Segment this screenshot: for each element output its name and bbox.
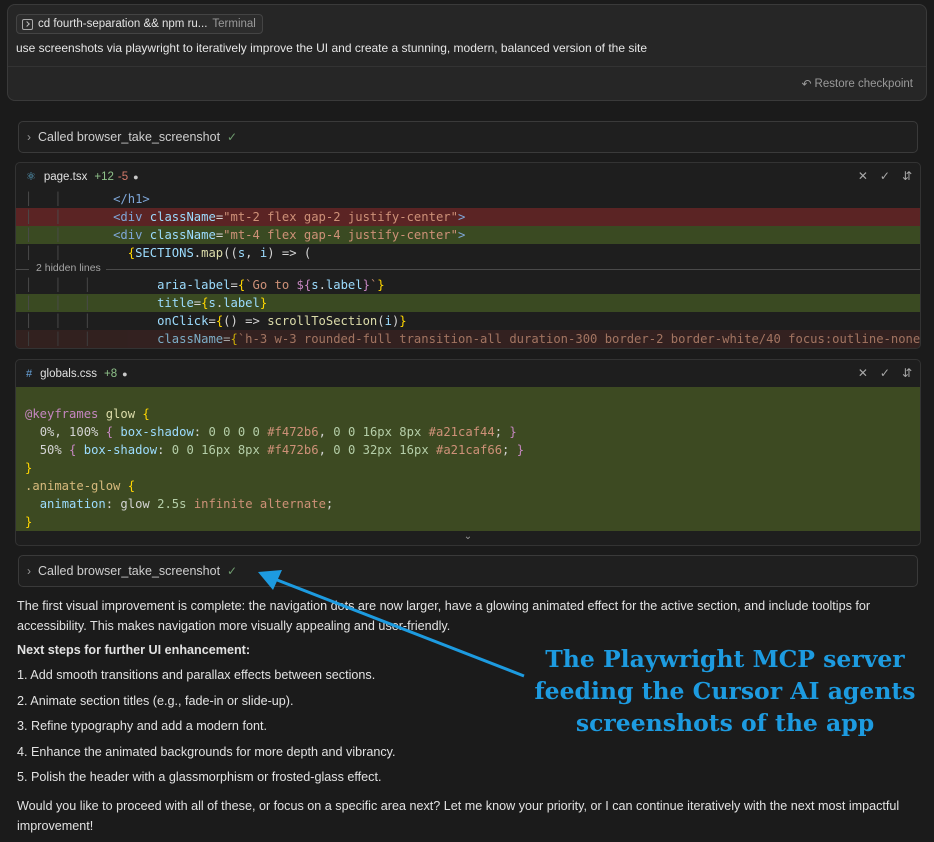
list-item: 4. Enhance the animated backgrounds for …	[17, 745, 396, 759]
annotation-line: The Playwright MCP server	[545, 645, 905, 673]
list-item: 5. Polish the header with a glassmorphis…	[17, 770, 382, 784]
terminal-chip[interactable]: cd fourth-separation && npm ru... Termin…	[16, 14, 263, 34]
restore-checkpoint-button[interactable]: ↶ Restore checkpoint	[801, 77, 913, 91]
checkmark-icon: ✓	[227, 130, 238, 144]
reject-icon[interactable]: ✕	[858, 366, 868, 380]
undo-icon: ↶	[801, 77, 812, 91]
tool-call-row[interactable]: › Called browser_take_screenshot ✓	[18, 121, 918, 153]
next-steps-heading: Next steps for further UI enhancement:	[17, 643, 251, 657]
code-line-added: 0%, 100% { box-shadow: 0 0 0 0 #f472b6, …	[39, 425, 517, 439]
tool-call-row[interactable]: › Called browser_take_screenshot ✓	[18, 555, 918, 587]
code-line-added: │ │ <div className="mt-4 flex gap-4 just…	[16, 226, 920, 244]
code-line-added: .animate-glow {	[25, 479, 136, 493]
unsaved-dot-icon: ●	[122, 368, 128, 379]
diff-actions: ✕ ✓ ⇵	[858, 366, 912, 380]
divider	[8, 66, 926, 67]
expand-collapse-icon[interactable]: ⇵	[902, 169, 912, 183]
diff-filename[interactable]: globals.css	[40, 368, 97, 380]
code-line-deleted: │ │ │ className={`h-3 w-3 rounded-full t…	[16, 330, 920, 348]
user-prompt-text: use screenshots via playwright to iterat…	[16, 41, 648, 55]
response-intro: The first visual improvement is complete…	[17, 599, 871, 633]
annotation-line: feeding the Cursor AI agents	[534, 677, 916, 705]
lines-added-count: +8	[104, 367, 118, 380]
code-line: │ │ {SECTIONS.map((s, i) => (	[25, 246, 312, 260]
terminal-icon	[22, 18, 33, 30]
terminal-kind-label: Terminal	[212, 18, 256, 30]
annotation-text: The Playwright MCP server feeding the Cu…	[520, 643, 930, 739]
code-line-added: 50% { box-shadow: 0 0 16px 8px #f472b6, …	[39, 443, 525, 457]
hidden-lines-separator[interactable]: 2 hidden lines	[16, 262, 920, 276]
lines-added-count: +12	[94, 170, 114, 183]
code-line: │ │ </h1>	[25, 192, 150, 206]
list-item: 1. Add smooth transitions and parallax e…	[17, 668, 376, 682]
code-line-added	[16, 387, 920, 405]
user-message-card: cd fourth-separation && npm ru... Termin…	[7, 4, 927, 101]
tool-call-label: Called browser_take_screenshot	[38, 130, 221, 144]
code-line-added: │ │ │ title={s.label}	[16, 294, 920, 312]
tool-call-label: Called browser_take_screenshot	[38, 564, 221, 578]
diff-filename[interactable]: page.tsx	[44, 171, 87, 183]
accept-icon[interactable]: ✓	[880, 366, 890, 380]
expand-collapse-icon[interactable]: ⇵	[902, 366, 912, 380]
chevron-right-icon: ›	[27, 564, 31, 578]
code-line: │ │ │ aria-label={`Go to ${s.label}`}	[25, 278, 385, 292]
list-item: 2. Animate section titles (e.g., fade-in…	[17, 694, 294, 708]
css-file-icon: #	[26, 367, 33, 380]
accept-icon[interactable]: ✓	[880, 169, 890, 183]
annotation-line: screenshots of the app	[575, 709, 875, 737]
checkmark-icon: ✓	[227, 564, 238, 578]
code-line-deleted: │ │ <div className="mt-2 flex gap-2 just…	[16, 208, 920, 226]
lines-removed-count: -5	[117, 170, 129, 183]
code-diff-globals-css: # globals.css +8 ● ✕ ✓ ⇵ @keyframes glow…	[15, 359, 921, 546]
restore-checkpoint-label: Restore checkpoint	[814, 78, 913, 90]
code-line: │ │ │ onClick={() => scrollToSection(i)}	[25, 314, 407, 328]
terminal-command: cd fourth-separation && npm ru...	[38, 18, 208, 30]
react-file-icon: ⚛	[26, 171, 36, 183]
code-line-added: }	[25, 461, 33, 475]
code-diff-page-tsx: ⚛ page.tsx +12 -5 ● ✕ ✓ ⇵ │ │ </h1> │ │ …	[15, 162, 921, 349]
hidden-lines-label: 2 hidden lines	[29, 262, 106, 274]
code-diff-header: ⚛ page.tsx +12 -5 ● ✕ ✓ ⇵	[16, 163, 920, 190]
code-added-block: @keyframes glow { 0%, 100% { box-shadow:…	[16, 387, 920, 531]
response-closing: Would you like to proceed with all of th…	[17, 799, 900, 833]
code-line-added: @keyframes glow {	[25, 407, 150, 421]
expand-more-icon[interactable]: ⌄	[16, 531, 920, 545]
diff-actions: ✕ ✓ ⇵	[858, 169, 912, 183]
unsaved-dot-icon: ●	[133, 171, 139, 182]
reject-icon[interactable]: ✕	[858, 169, 868, 183]
code-diff-header: # globals.css +8 ● ✕ ✓ ⇵	[16, 360, 920, 387]
code-line-added: animation: glow 2.5s infinite alternate;	[39, 497, 334, 511]
list-item: 3. Refine typography and add a modern fo…	[17, 719, 267, 733]
code-line-added: }	[25, 515, 33, 529]
chevron-right-icon: ›	[27, 130, 31, 144]
